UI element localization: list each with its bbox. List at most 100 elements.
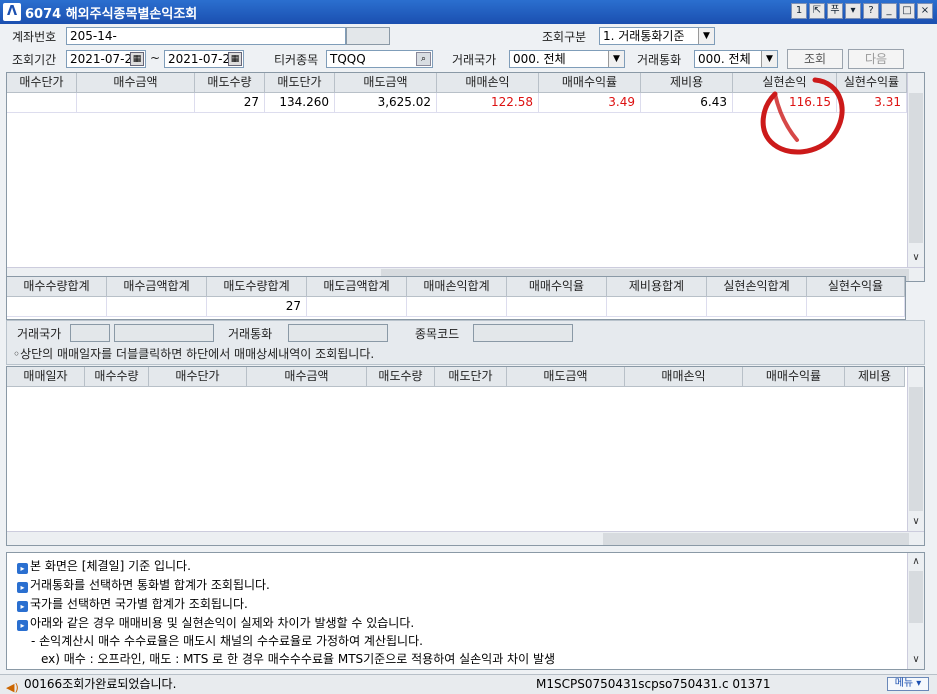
minimize-button[interactable]: _ xyxy=(881,3,897,19)
note-item: ▸ 거래통화를 선택하면 통화별 합계가 조회됩니다. xyxy=(17,576,270,593)
info-country-code xyxy=(70,324,110,342)
column-header: 제비용합계 xyxy=(607,277,707,296)
currency-label: 거래통화 xyxy=(637,53,682,67)
column-header[interactable]: 매매일자 xyxy=(7,367,85,386)
start-date-input[interactable]: 2021-07-28 ▦ xyxy=(66,50,146,68)
calendar-icon[interactable]: ▦ xyxy=(228,52,242,66)
column-header[interactable]: 매매수익률 xyxy=(743,367,845,386)
dropdown-button[interactable]: ▾ xyxy=(845,3,861,19)
note-subitem: - 손익계산시 매수 수수료율은 매도시 채널의 수수료율로 가정하여 계산됩니… xyxy=(31,634,423,648)
chevron-down-icon[interactable]: ∨ xyxy=(908,515,924,529)
sum-cell xyxy=(307,297,407,316)
column-header[interactable]: 매수단가 xyxy=(149,367,247,386)
result-grid-vscroll[interactable]: ∨ xyxy=(907,73,924,267)
calendar-icon[interactable]: ▦ xyxy=(130,52,144,66)
sum-cell xyxy=(107,297,207,316)
cell-trade-return: 3.49 xyxy=(539,93,641,112)
detail-grid: 매매일자 매수수량 매수단가 매수금액 매도수량 매도단가 매도금액 매매손익 … xyxy=(6,366,925,546)
period-label: 조회기간 xyxy=(12,53,57,67)
help-button[interactable]: ? xyxy=(863,3,879,19)
info-country-label: 거래국가 xyxy=(17,327,62,341)
summary-grid-header: 매수수량합계 매수금액합계 매도수량합계 매도금액합계 매매손익합계 매매수익율… xyxy=(7,277,905,297)
column-header[interactable]: 매매손익 xyxy=(437,73,539,92)
account-label: 계좌번호 xyxy=(12,30,57,44)
window-title: 6074 해외주식종목별손익조회 xyxy=(25,6,198,22)
chevron-up-icon[interactable]: ∧ xyxy=(908,555,924,569)
account-input[interactable]: 205-14- xyxy=(66,27,346,45)
column-header[interactable]: 제비용 xyxy=(641,73,733,92)
close-button[interactable]: × xyxy=(917,3,933,19)
summary-row: 27 xyxy=(7,297,905,317)
sum-cell: 27 xyxy=(207,297,307,316)
ticker-input[interactable]: TQQQ ⌕ xyxy=(326,50,433,68)
account-name-field xyxy=(346,27,390,45)
menu-button[interactable]: 메뉴 ▾ xyxy=(887,677,929,691)
cell-sell-amount: 3,625.02 xyxy=(335,93,437,112)
info-code-field xyxy=(473,324,573,342)
column-header[interactable]: 매수금액 xyxy=(247,367,367,386)
chevron-down-icon[interactable]: ∨ xyxy=(908,251,924,265)
notes-vscroll[interactable]: ∧ ∨ xyxy=(907,553,924,669)
country-select[interactable]: 000. 전체 ▼ xyxy=(509,50,625,68)
cell-buy-price xyxy=(7,93,77,112)
column-header[interactable]: 매도단가 xyxy=(265,73,335,92)
ticker-label: 티커종목 xyxy=(274,53,319,67)
cell-sell-price: 134.260 xyxy=(265,93,335,112)
detail-grid-vscroll[interactable]: ∨ xyxy=(907,367,924,531)
column-header[interactable]: 실현손익 xyxy=(733,73,837,92)
sum-cell xyxy=(7,297,107,316)
scroll-thumb[interactable] xyxy=(909,571,923,623)
info-country-name xyxy=(114,324,214,342)
date-separator: ~ xyxy=(150,51,161,65)
popout-button[interactable]: ⇱ xyxy=(809,3,825,19)
ticker-value: TQQQ xyxy=(330,52,366,66)
query-type-value: 1. 거래통화기준 xyxy=(603,29,685,43)
column-header[interactable]: 매수단가 xyxy=(7,73,77,92)
currency-value: 000. 전체 xyxy=(698,52,751,66)
sum-cell xyxy=(607,297,707,316)
cell-sell-qty: 27 xyxy=(195,93,265,112)
scroll-thumb[interactable] xyxy=(909,93,923,243)
query-type-select[interactable]: 1. 거래통화기준 ▼ xyxy=(599,27,715,45)
scroll-thumb[interactable] xyxy=(603,533,909,545)
sum-cell xyxy=(407,297,507,316)
note-item: ▸ 본 화면은 [체결일] 기준 입니다. xyxy=(17,557,191,574)
column-header[interactable]: 매매수익률 xyxy=(539,73,641,92)
sum-cell xyxy=(807,297,905,316)
query-button[interactable]: 조회 xyxy=(787,49,843,69)
column-header[interactable]: 매도단가 xyxy=(435,367,507,386)
currency-select[interactable]: 000. 전체 ▼ xyxy=(694,50,778,68)
column-header[interactable]: 매수수량 xyxy=(85,367,149,386)
country-label: 거래국가 xyxy=(452,53,497,67)
info-arrow-icon: ▸ xyxy=(17,620,28,631)
result-grid-header: 매수단가 매수금액 매도수량 매도단가 매도금액 매매손익 매매수익률 제비용 … xyxy=(7,73,907,93)
column-header[interactable]: 제비용 xyxy=(845,367,905,386)
pin-button[interactable]: 푸 xyxy=(827,3,843,19)
main-panel: 계좌번호 205-14- 조회구분 1. 거래통화기준 ▼ 조회기간 2021-… xyxy=(0,24,937,694)
chevron-down-icon[interactable]: ▼ xyxy=(698,28,714,44)
query-type-label: 조회구분 xyxy=(542,30,587,44)
scroll-thumb[interactable] xyxy=(909,387,923,511)
column-header[interactable]: 매매손익 xyxy=(625,367,743,386)
detail-grid-hscroll[interactable] xyxy=(7,531,924,545)
chevron-down-icon[interactable]: ▼ xyxy=(761,51,777,67)
end-date-input[interactable]: 2021-07-28 ▦ xyxy=(164,50,244,68)
search-icon[interactable]: ⌕ xyxy=(416,52,431,66)
column-header[interactable]: 실현수익률 xyxy=(837,73,907,92)
maximize-button[interactable]: □ xyxy=(899,3,915,19)
next-button[interactable]: 다음 xyxy=(848,49,904,69)
note-example: ex) 매수 : 오프라인, 매도 : MTS 로 한 경우 매수수수료율 MT… xyxy=(41,652,556,666)
column-header[interactable]: 매도수량 xyxy=(195,73,265,92)
column-header: 매수수량합계 xyxy=(7,277,107,296)
title-bar: Λ 6074 해외주식종목별손익조회 1 ⇱ 푸 ▾ ? _ □ × xyxy=(0,0,937,24)
link-number-button[interactable]: 1 xyxy=(791,3,807,19)
chevron-down-icon[interactable]: ∨ xyxy=(908,653,924,667)
table-row[interactable]: 27 134.260 3,625.02 122.58 3.49 6.43 116… xyxy=(7,93,907,113)
column-header[interactable]: 매도금액 xyxy=(335,73,437,92)
cell-buy-amount xyxy=(77,93,195,112)
column-header[interactable]: 매수금액 xyxy=(77,73,195,92)
column-header[interactable]: 매도금액 xyxy=(507,367,625,386)
column-header[interactable]: 매도수량 xyxy=(367,367,435,386)
chevron-down-icon[interactable]: ▼ xyxy=(608,51,624,67)
detail-info-box: 거래국가 거래통화 종목코드 ◦상단의 매매일자를 더블클릭하면 하단에서 매매… xyxy=(6,320,925,365)
